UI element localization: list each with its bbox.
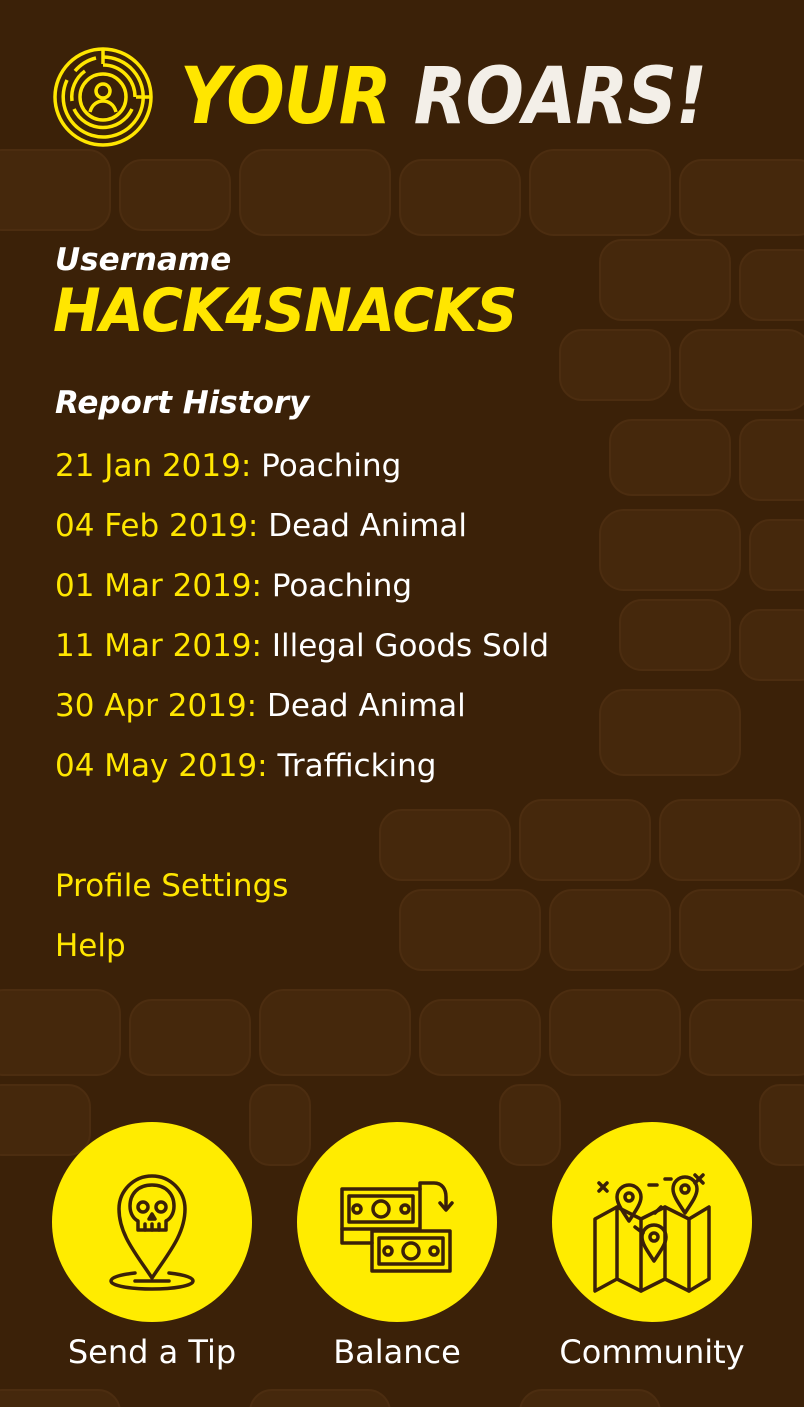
help-link[interactable]: Help (55, 924, 288, 984)
send-tip-label: Send a Tip (67, 1333, 237, 1371)
app-title: YOUR ROARS! (180, 58, 707, 136)
report-type: Trafficking (277, 748, 437, 784)
report-type: Poaching (261, 448, 402, 484)
community-circle[interactable] (552, 1122, 752, 1322)
report-history-item[interactable]: 04 May 2019: Trafficking (55, 744, 549, 804)
profile-settings-link[interactable]: Profile Settings (55, 864, 288, 924)
title-word-your: YOUR (180, 52, 392, 142)
report-date: 04 Feb 2019: (55, 508, 259, 544)
report-history-item[interactable]: 11 Mar 2019: Illegal Goods Sold (55, 624, 549, 684)
report-history-label: Report History (55, 385, 310, 421)
app-screen: YOUR ROARS! Username HACK4SNACKS Report … (0, 0, 804, 1407)
community-button[interactable]: Community (532, 1122, 772, 1382)
report-date: 30 Apr 2019: (55, 688, 258, 724)
target-user-icon (53, 47, 153, 147)
balance-button[interactable]: Balance (277, 1122, 517, 1382)
send-tip-button[interactable]: Send a Tip (32, 1122, 272, 1382)
send-tip-circle[interactable] (52, 1122, 252, 1322)
report-history-item[interactable]: 30 Apr 2019: Dead Animal (55, 684, 549, 744)
skull-pin-icon (109, 1174, 195, 1291)
profile-links: Profile Settings Help (55, 864, 288, 984)
report-date: 21 Jan 2019: (55, 448, 252, 484)
report-type: Illegal Goods Sold (271, 628, 549, 664)
report-type: Poaching (271, 568, 413, 604)
username-label: Username (55, 242, 232, 278)
report-date: 01 Mar 2019: (55, 568, 262, 604)
report-type: Dead Animal (268, 508, 467, 544)
balance-label: Balance (333, 1333, 461, 1371)
username-value: HACK4SNACKS (53, 276, 517, 346)
report-date: 11 Mar 2019: (55, 628, 262, 664)
report-history-list: 21 Jan 2019: Poaching 04 Feb 2019: Dead … (55, 444, 549, 804)
map-pins-icon (593, 1173, 711, 1293)
header: YOUR ROARS! (52, 42, 752, 152)
report-type: Dead Animal (266, 688, 466, 724)
community-label: Community (559, 1333, 745, 1371)
report-history-item[interactable]: 01 Mar 2019: Poaching (55, 564, 549, 624)
money-transfer-icon (340, 1181, 454, 1273)
report-date: 04 May 2019: (55, 748, 268, 784)
report-history-item[interactable]: 04 Feb 2019: Dead Animal (55, 504, 549, 564)
title-word-roars: ROARS! (413, 52, 708, 142)
balance-circle[interactable] (297, 1122, 497, 1322)
report-history-item[interactable]: 21 Jan 2019: Poaching (55, 444, 549, 504)
